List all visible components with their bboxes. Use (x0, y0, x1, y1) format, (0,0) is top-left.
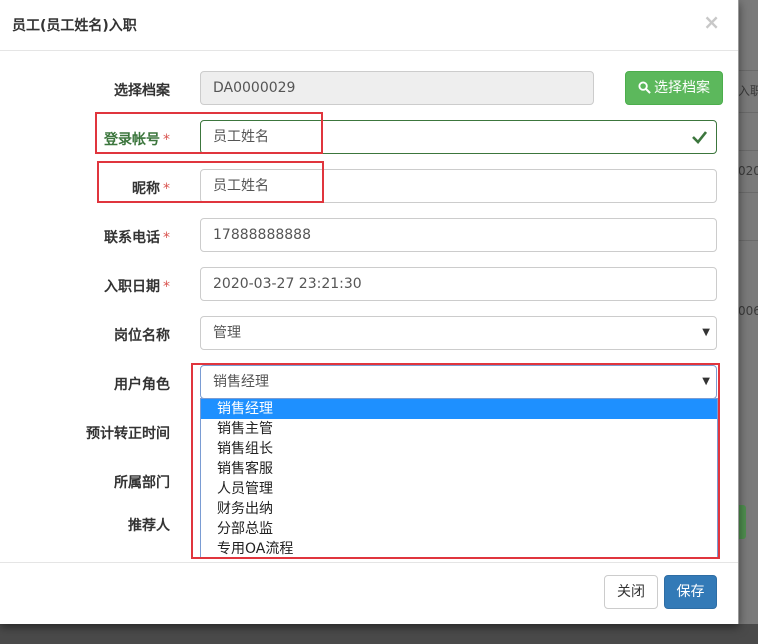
archive-label-text: 选择档案 (114, 83, 170, 99)
check-icon (692, 121, 708, 164)
hire-date-input[interactable]: 2020-03-27 23:21:30 (200, 267, 717, 301)
background-divider (738, 70, 758, 71)
background-divider (738, 150, 758, 151)
phone-label-text: 联系电话 (104, 230, 160, 246)
background-button (738, 505, 746, 539)
archive-input: DA0000029 (200, 71, 594, 105)
onboarding-modal: 员工(员工姓名)入职 × 选择档案 DA0000029 选择档案 登录帐号 * 员… (0, 0, 739, 624)
modal-title: 员工(员工姓名)入职 (12, 18, 137, 34)
probation-end-label: 预计转正时间 (20, 423, 170, 443)
hire-date-label: 入职日期 * (20, 276, 170, 296)
save-button[interactable]: 保存 (664, 575, 717, 609)
required-mark: * (163, 279, 170, 295)
search-icon (638, 81, 651, 94)
close-button[interactable]: 关闭 (604, 575, 658, 609)
referrer-label-text: 推荐人 (128, 518, 170, 534)
position-value: 管理 (213, 325, 241, 341)
annotation-box (95, 112, 323, 154)
background-divider (738, 112, 758, 113)
role-label: 用户角色 (20, 374, 170, 394)
position-label-text: 岗位名称 (114, 328, 170, 344)
background-text: 020 (738, 164, 758, 178)
probation-end-label-text: 预计转正时间 (86, 426, 170, 442)
annotation-box (191, 363, 720, 559)
background-page: 入职 020 006 (738, 0, 758, 644)
choose-archive-button[interactable]: 选择档案 (625, 71, 723, 105)
referrer-label: 推荐人 (20, 515, 170, 535)
caret-down-icon: ▼ (702, 327, 710, 338)
position-label: 岗位名称 (20, 325, 170, 345)
background-footer (0, 624, 758, 644)
background-divider (738, 192, 758, 193)
required-mark: * (163, 230, 170, 246)
phone-label: 联系电话 * (20, 227, 170, 247)
annotation-box (97, 161, 324, 203)
role-label-text: 用户角色 (114, 377, 170, 393)
archive-label: 选择档案 (20, 80, 170, 100)
phone-input[interactable]: 17888888888 (200, 218, 717, 252)
archive-value: DA0000029 (213, 80, 296, 96)
position-select[interactable]: 管理 ▼ (200, 316, 717, 350)
department-label-text: 所属部门 (114, 475, 170, 491)
hire-date-value: 2020-03-27 23:21:30 (213, 276, 362, 292)
department-label: 所属部门 (20, 472, 170, 492)
background-text: 006 (738, 304, 758, 318)
phone-value: 17888888888 (213, 227, 311, 243)
background-divider (738, 240, 758, 241)
modal-header: 员工(员工姓名)入职 × (0, 0, 738, 51)
modal-footer-divider (0, 562, 738, 563)
choose-archive-label: 选择档案 (654, 80, 710, 96)
close-icon[interactable]: × (703, 12, 720, 32)
background-text: 入职 (738, 84, 758, 98)
hire-date-label-text: 入职日期 (104, 279, 160, 295)
